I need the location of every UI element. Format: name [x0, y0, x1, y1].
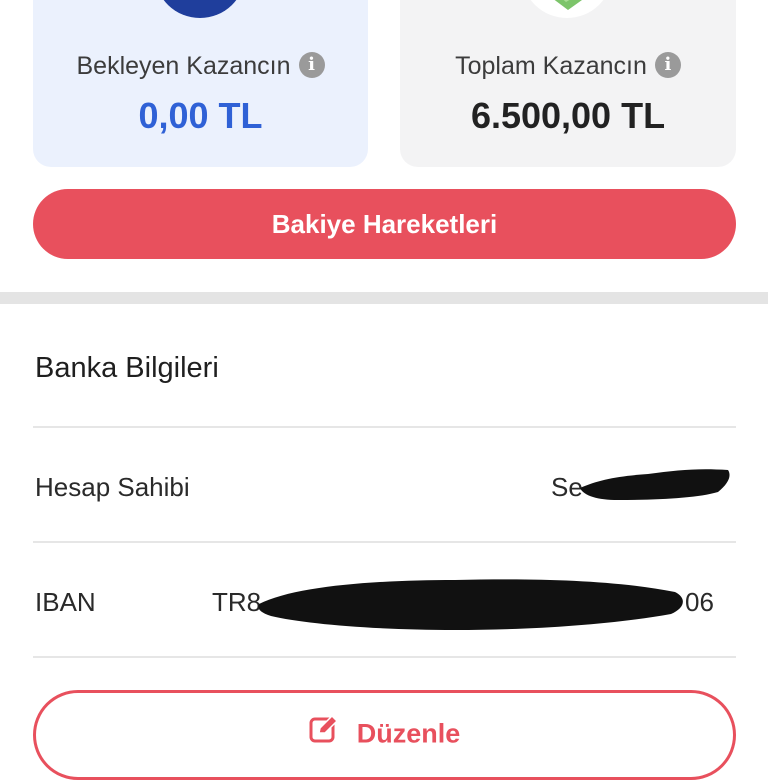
money-icon: [522, 0, 612, 18]
total-earnings-label: Toplam Kazancın: [455, 52, 647, 80]
total-earnings-card: Toplam Kazancın i 6.500,00 TL: [400, 0, 736, 167]
info-icon[interactable]: i: [298, 52, 325, 79]
redaction-mark: [258, 579, 683, 630]
bank-info-title: Banka Bilgileri: [35, 352, 219, 384]
wallet-icon: [155, 0, 245, 18]
divider: [33, 541, 736, 543]
divider: [33, 656, 736, 658]
info-icon[interactable]: i: [654, 52, 681, 79]
pending-earnings-value: 0,00 TL: [138, 95, 263, 136]
edit-label: Düzenle: [356, 718, 461, 749]
edit-button[interactable]: Düzenle: [33, 690, 736, 780]
divider: [33, 426, 736, 428]
balance-movements-button[interactable]: Bakiye Hareketleri: [33, 189, 736, 259]
iban-label: IBAN: [35, 587, 96, 617]
iban-value-suffix: 06: [685, 587, 714, 617]
section-divider: [0, 292, 768, 304]
account-holder-label: Hesap Sahibi: [35, 472, 190, 502]
iban-value-prefix: TR8: [212, 587, 262, 617]
redaction-mark: [580, 469, 730, 500]
pending-earnings-label: Bekleyen Kazancın: [76, 52, 291, 80]
edit-icon: [309, 714, 339, 751]
pending-earnings-card: Bekleyen Kazancın i 0,00 TL: [33, 0, 368, 167]
total-earnings-value: 6.500,00 TL: [470, 95, 666, 136]
